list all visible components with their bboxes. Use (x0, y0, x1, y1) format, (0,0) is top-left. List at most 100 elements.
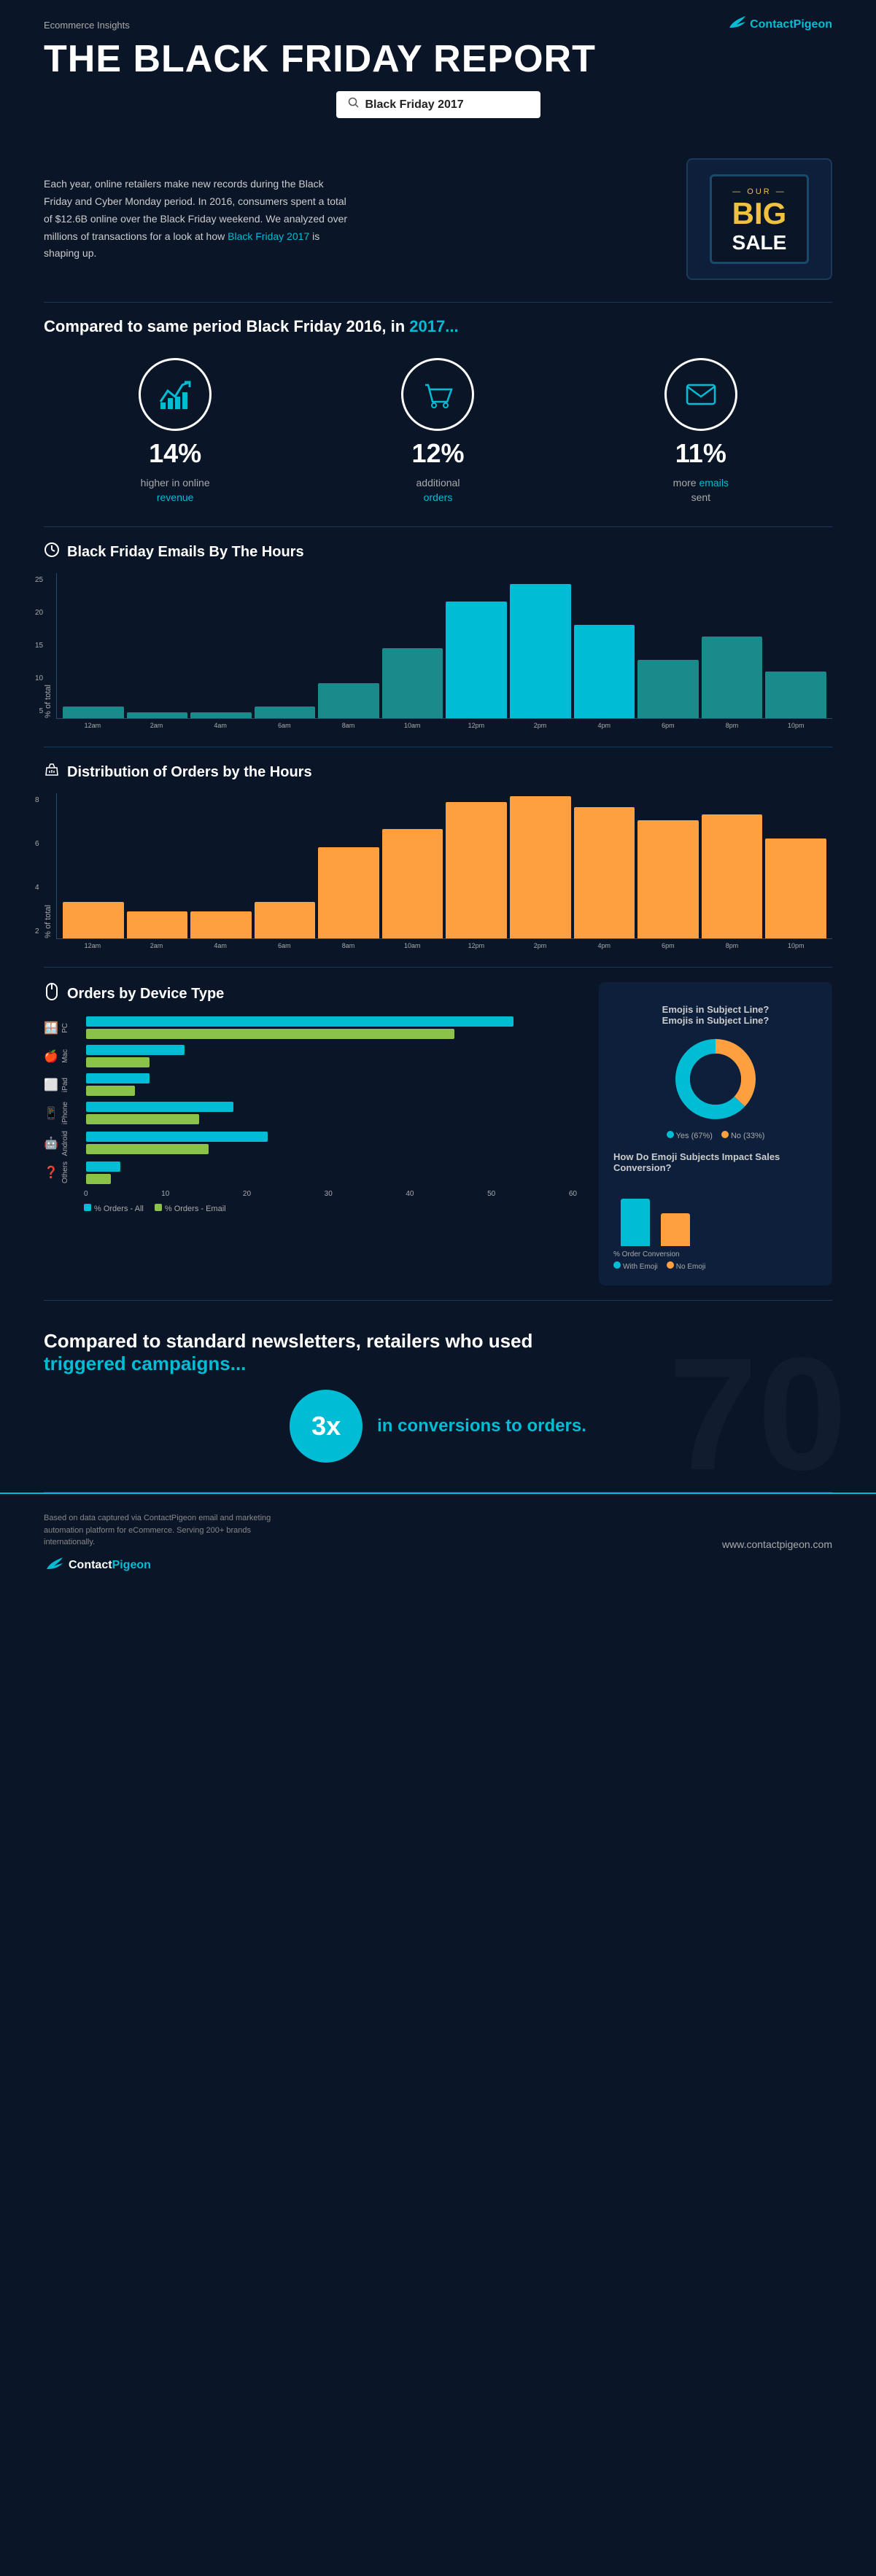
no-emoji-bar (661, 1213, 690, 1246)
legend-dot-email (155, 1204, 162, 1211)
multiplier-circle: 3x (290, 1390, 363, 1463)
android-bar-email (86, 1144, 209, 1154)
triggered-highlight: triggered campaigns... (44, 1353, 246, 1374)
multiplier-desc: in conversions to orders. (377, 1416, 586, 1436)
iphone-bar-all (86, 1102, 233, 1112)
mac-bar-email (86, 1057, 150, 1067)
compare-card-emails: 11% more emailssent (664, 358, 737, 505)
email-bar-12pm (446, 573, 507, 718)
email-bar-10am (382, 573, 443, 718)
email-bar-2pm (510, 573, 571, 718)
email-bar-8am (318, 573, 379, 718)
others-icon: ❓ (44, 1165, 58, 1180)
device-row-android: 🤖 Android (44, 1131, 577, 1156)
orders-bar-12pm (446, 793, 507, 938)
footer: Based on data captured via ContactPigeon… (0, 1493, 876, 1594)
emoji-donut-legend: Yes (67%) No (33%) (667, 1131, 765, 1140)
compare-card-orders: 12% additionalorders (401, 358, 474, 505)
sale-sale: SALE (730, 231, 788, 254)
pc-icon: 🪟 (44, 1021, 58, 1035)
email-bar-12am (63, 573, 124, 718)
email-bar-4am (190, 573, 252, 718)
search-icon (348, 97, 360, 112)
footer-website: www.contactpigeon.com (722, 1538, 832, 1550)
footer-disclaimer: Based on data captured via ContactPigeon… (44, 1512, 277, 1549)
emoji-section: Emojis in Subject Line? Emojis in Subjec… (599, 982, 832, 1285)
main-title: THE BLACK FRIDAY REPORT (44, 39, 832, 80)
email-bar-2am (127, 573, 188, 718)
device-row-iphone: 📱 iPhone (44, 1102, 577, 1124)
clock-icon (44, 542, 60, 562)
emails-percent: 11% (675, 438, 726, 469)
email-chart-section: Black Friday Emails By The Hours % of to… (0, 527, 876, 747)
highlight-text: Black Friday 2017 (228, 230, 309, 242)
others-label: Others (61, 1161, 69, 1183)
device-row-ipad: ⬜ iPad (44, 1073, 577, 1096)
monitor-frame: — OUR — BIG SALE (710, 174, 809, 264)
order-conversion-label: % Order Conversion (613, 1250, 818, 1258)
ipad-bar-email (86, 1086, 135, 1096)
with-emoji-bar (621, 1199, 650, 1246)
search-input-wrapper[interactable]: Black Friday 2017 (336, 91, 540, 118)
orders-chart-title: Distribution of Orders by the Hours (44, 762, 832, 782)
triggered-section: Compared to standard newsletters, retail… (0, 1301, 876, 1492)
device-row-mac: 🍎 Mac (44, 1045, 577, 1067)
ipad-label: iPad (61, 1078, 69, 1092)
email-bar-4pm (574, 573, 635, 718)
header-logo-text: ContactPigeon (750, 18, 832, 31)
mac-icon: 🍎 (44, 1049, 58, 1064)
header: Ecommerce Insights ContactPigeon THE BLA… (0, 0, 876, 136)
pc-bar-all (86, 1016, 513, 1027)
email-bar-8pm (702, 573, 763, 718)
impact-legend: With Emoji No Emoji (613, 1261, 818, 1271)
orders-bar-10pm (765, 793, 826, 938)
device-emoji-section: Orders by Device Type 🪟 PC 🍎 Mac (0, 968, 876, 1300)
multiplier-row: 3x in conversions to orders. (44, 1390, 832, 1463)
compare-section: Compared to same period Black Friday 201… (0, 303, 876, 526)
iphone-bar-email (86, 1114, 199, 1124)
intro-text: Each year, online retailers make new rec… (44, 176, 350, 262)
emails-desc: more emailssent (673, 476, 729, 505)
no-emoji-col (661, 1213, 690, 1246)
search-bar: Black Friday 2017 (44, 91, 832, 118)
orders-chart-section: Distribution of Orders by the Hours % of… (0, 747, 876, 967)
donut-no-dot (721, 1131, 729, 1138)
mouse-icon (44, 982, 60, 1005)
device-chart: Orders by Device Type 🪟 PC 🍎 Mac (44, 982, 577, 1285)
orders-percent: 12% (411, 438, 464, 469)
logo-bird-icon (726, 15, 747, 35)
device-legend: % Orders - All % Orders - Email (44, 1204, 577, 1213)
search-value: Black Friday 2017 (365, 98, 464, 112)
revenue-desc: higher in onlinerevenue (141, 476, 210, 505)
emails-icon (664, 358, 737, 431)
compare-card-revenue: 14% higher in onlinerevenue (139, 358, 212, 505)
iphone-icon: 📱 (44, 1106, 58, 1121)
orders-bar-2pm (510, 793, 571, 938)
emoji-impact: How Do Emoji Subjects Impact Sales Conve… (613, 1151, 818, 1271)
ipad-bar-all (86, 1073, 150, 1083)
intro-section: Each year, online retailers make new rec… (0, 136, 876, 302)
orders-chart-label: Distribution of Orders by the Hours (67, 764, 312, 781)
iphone-label: iPhone (61, 1102, 69, 1124)
no-emoji-label: No Emoji (676, 1263, 706, 1271)
email-chart-label: Black Friday Emails By The Hours (67, 544, 304, 561)
android-label: Android (61, 1131, 69, 1156)
device-title: Orders by Device Type (44, 982, 577, 1005)
email-bar-10pm (765, 573, 826, 718)
orders-bar-10am (382, 793, 443, 938)
device-row-pc: 🪟 PC (44, 1016, 577, 1039)
others-bar-all (86, 1161, 120, 1172)
device-x-axis: 0102030405060 (44, 1190, 577, 1198)
orders-desc: additionalorders (416, 476, 460, 505)
ipad-icon: ⬜ (44, 1078, 58, 1092)
sale-box: — OUR — BIG SALE (686, 158, 832, 280)
multiplier-value: 3x (311, 1411, 341, 1441)
pc-bar-email (86, 1029, 454, 1039)
donut-yes-dot (667, 1131, 674, 1138)
compare-title: Compared to same period Black Friday 201… (44, 317, 832, 336)
emoji-donut-wrapper: Emojis in Subject Line? Emojis in Subjec… (613, 1004, 818, 1140)
orders-bar-6pm (637, 793, 699, 938)
compare-cards: 14% higher in onlinerevenue 12% addition… (44, 358, 832, 505)
email-chart-title: Black Friday Emails By The Hours (44, 542, 832, 562)
orders-bar-4pm (574, 793, 635, 938)
